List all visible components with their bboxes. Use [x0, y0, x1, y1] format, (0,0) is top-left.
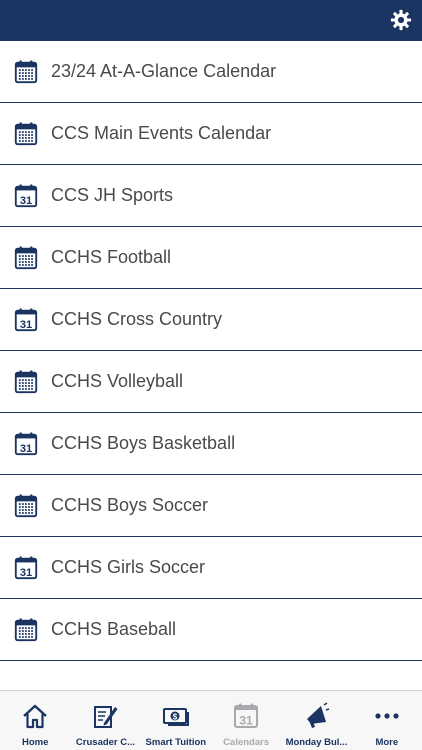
calendar-list-item[interactable]: CCHS Boys Soccer: [0, 475, 422, 537]
calendar-list-item[interactable]: 31 CCS JH Sports: [0, 165, 422, 227]
tab-label: Monday Bul...: [285, 737, 348, 748]
svg-text:31: 31: [239, 714, 253, 728]
svg-text:31: 31: [20, 318, 32, 330]
calendar-list-item[interactable]: CCHS Volleyball: [0, 351, 422, 413]
calendar-label: CCHS Boys Basketball: [51, 433, 236, 453]
svg-text:31: 31: [20, 442, 32, 454]
calendar-list: 23/24 At-A-Glance Calendar CCS Main Event…: [0, 41, 422, 661]
more-dots-icon: [375, 713, 399, 719]
svg-text:31: 31: [20, 194, 32, 206]
tab-crusader-c[interactable]: Crusader C...: [70, 691, 140, 750]
tab-home[interactable]: Home: [0, 691, 70, 750]
calendar-grid-icon: [14, 59, 38, 83]
tab-bar: Home Crusader C... $ Smart Tuition 31 Calenda…: [0, 690, 422, 750]
calendar-grid-icon: [14, 369, 38, 393]
calendar-label: CCHS Football: [51, 247, 172, 267]
calendar-grid-icon: [14, 617, 38, 641]
calendar-list-item[interactable]: CCS Main Events Calendar: [0, 103, 422, 165]
calendar-31-icon: 31: [14, 307, 38, 331]
top-bar: [0, 0, 422, 41]
calendar-label: CCHS Boys Soccer: [51, 495, 209, 515]
calendar-list-item[interactable]: 31 CCHS Girls Soccer: [0, 537, 422, 599]
money-icon: $: [162, 708, 189, 726]
calendar-list-item[interactable]: 31 CCHS Cross Country: [0, 289, 422, 351]
home-icon: [23, 704, 47, 729]
calendar-31-icon: 31: [14, 431, 38, 455]
tab-label: More: [375, 737, 399, 748]
gear-icon[interactable]: [390, 9, 412, 31]
tab-calendars[interactable]: 31 Calendars: [211, 691, 281, 750]
calendar-list-item[interactable]: CCHS Baseball: [0, 599, 422, 661]
calendar-label: CCS JH Sports: [51, 185, 174, 205]
svg-text:$: $: [173, 712, 178, 721]
megaphone-icon: [307, 702, 330, 728]
calendar-list-item[interactable]: 31 CCHS Boys Basketball: [0, 413, 422, 475]
calendar-label: CCHS Baseball: [51, 619, 177, 639]
svg-text:31: 31: [20, 566, 32, 578]
calendar-label: CCHS Girls Soccer: [51, 557, 206, 577]
calendar-label: CCS Main Events Calendar: [51, 123, 272, 143]
tab-label: Home: [21, 737, 49, 748]
tab-more[interactable]: More: [352, 691, 422, 750]
calendar-list-item[interactable]: CCHS Football: [0, 227, 422, 289]
tab-label: Smart Tuition: [145, 737, 207, 748]
tab-label: Calendars: [223, 737, 270, 748]
calendar-31-icon: 31: [234, 703, 259, 728]
tab-smart-tuition[interactable]: $ Smart Tuition: [141, 691, 211, 750]
notebook-pen-icon: [94, 706, 118, 728]
calendar-31-icon: 31: [14, 555, 38, 579]
calendar-label: 23/24 At-A-Glance Calendar: [51, 61, 277, 81]
calendar-list-item[interactable]: 23/24 At-A-Glance Calendar: [0, 41, 422, 103]
calendar-grid-icon: [14, 245, 38, 269]
calendar-label: CCHS Volleyball: [51, 371, 184, 391]
calendar-grid-icon: [14, 493, 38, 517]
tab-label: Crusader C...: [75, 737, 136, 748]
tab-monday-bul[interactable]: Monday Bul...: [281, 691, 351, 750]
calendar-31-icon: 31: [14, 183, 38, 207]
calendar-grid-icon: [14, 121, 38, 145]
calendar-label: CCHS Cross Country: [51, 309, 223, 329]
